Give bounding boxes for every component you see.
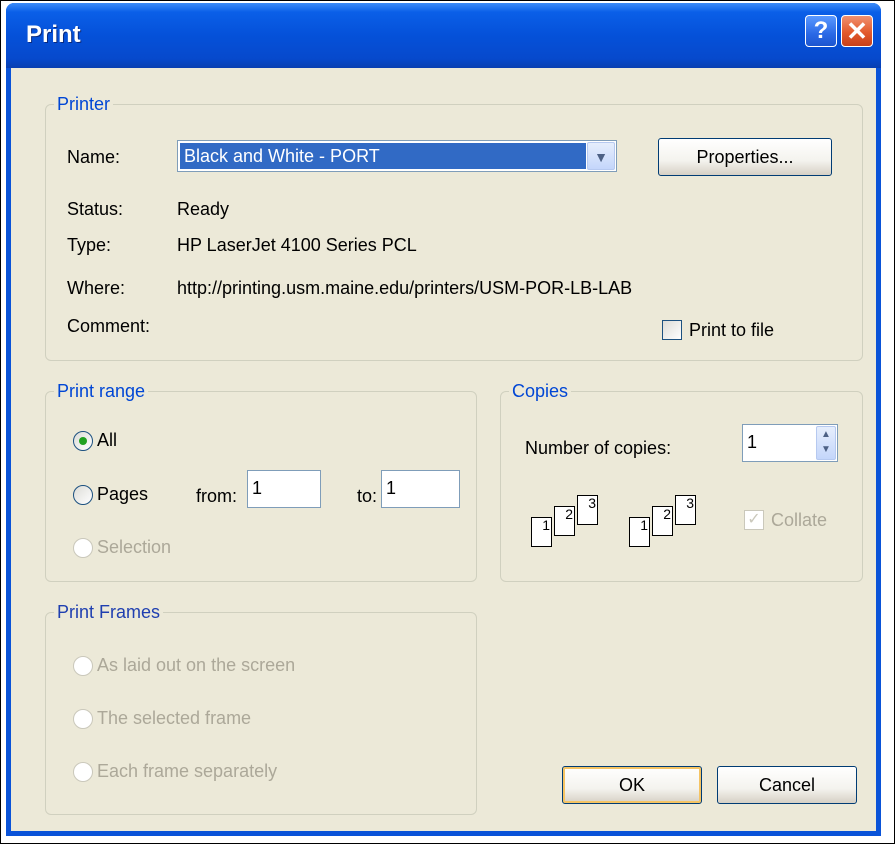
each-frame-label[interactable]: Each frame separately xyxy=(97,760,277,782)
to-label: to: xyxy=(357,486,378,506)
printer-name-select[interactable]: Black and White - PORT ▼ xyxy=(177,140,617,172)
page-1-icon: 1 xyxy=(531,517,552,547)
copies-legend: Copies xyxy=(509,381,572,401)
page-3-icon: 3 xyxy=(577,495,598,525)
copies-group: Copies xyxy=(500,381,863,582)
print-frames-legend: Print Frames xyxy=(54,602,164,622)
copies-value: 1 xyxy=(747,432,758,452)
printer-name-value: Black and White - PORT xyxy=(180,143,586,169)
name-label: Name: xyxy=(67,147,121,167)
chevron-down-icon[interactable]: ▼ xyxy=(587,142,615,170)
properties-button[interactable]: Properties... xyxy=(658,138,832,176)
dialog-title: Print xyxy=(26,21,81,48)
ok-button[interactable]: OK xyxy=(562,766,702,804)
all-label[interactable]: All xyxy=(97,429,117,451)
print-dialog: Print ? ✕ Printer Name: Black and White … xyxy=(6,3,881,836)
selection-label[interactable]: Selection xyxy=(97,536,171,558)
help-button[interactable]: ? xyxy=(805,15,837,47)
copies-stepper[interactable]: 1 ▲ ▼ xyxy=(742,424,838,462)
title-bar[interactable]: Print ? ✕ xyxy=(6,3,881,68)
comment-label: Comment: xyxy=(67,316,151,336)
status-label: Status: xyxy=(67,199,124,219)
close-icon: ✕ xyxy=(846,16,868,46)
selected-frame-label[interactable]: The selected frame xyxy=(97,707,251,729)
type-label: Type: xyxy=(67,235,112,255)
each-frame-radio[interactable] xyxy=(73,762,93,782)
dialog-body: Printer Name: Black and White - PORT ▼ P… xyxy=(11,68,876,831)
from-page-input[interactable]: 1 xyxy=(247,470,321,508)
collate-label[interactable]: Collate xyxy=(771,509,827,531)
page-1-icon: 1 xyxy=(629,517,650,547)
page-2-icon: 2 xyxy=(554,506,575,536)
all-radio[interactable] xyxy=(73,431,93,451)
help-icon: ? xyxy=(813,17,829,44)
collate-checkbox[interactable]: ✓ xyxy=(744,510,764,530)
print-range-legend: Print range xyxy=(54,381,149,401)
spin-arrows-icon[interactable]: ▲ ▼ xyxy=(816,426,836,460)
pages-radio[interactable] xyxy=(73,485,93,505)
to-page-input[interactable]: 1 xyxy=(381,470,460,508)
as-laid-out-label[interactable]: As laid out on the screen xyxy=(97,654,295,676)
close-button[interactable]: ✕ xyxy=(841,15,873,47)
type-value: HP LaserJet 4100 Series PCL xyxy=(177,235,417,255)
page-2-icon: 2 xyxy=(652,506,673,536)
selection-radio[interactable] xyxy=(73,538,93,558)
page-3-icon: 3 xyxy=(675,495,696,525)
where-value: http://printing.usm.maine.edu/printers/U… xyxy=(177,278,633,298)
where-label: Where: xyxy=(67,278,126,298)
from-label: from: xyxy=(196,486,238,506)
as-laid-out-radio[interactable] xyxy=(73,656,93,676)
printer-legend: Printer xyxy=(54,94,114,114)
status-value: Ready xyxy=(177,199,230,219)
print-to-file-label[interactable]: Print to file xyxy=(689,319,774,341)
selected-frame-radio[interactable] xyxy=(73,709,93,729)
print-to-file-checkbox[interactable] xyxy=(662,320,682,340)
pages-label[interactable]: Pages xyxy=(97,483,148,505)
number-of-copies-label: Number of copies: xyxy=(525,438,672,458)
cancel-button[interactable]: Cancel xyxy=(717,766,857,804)
